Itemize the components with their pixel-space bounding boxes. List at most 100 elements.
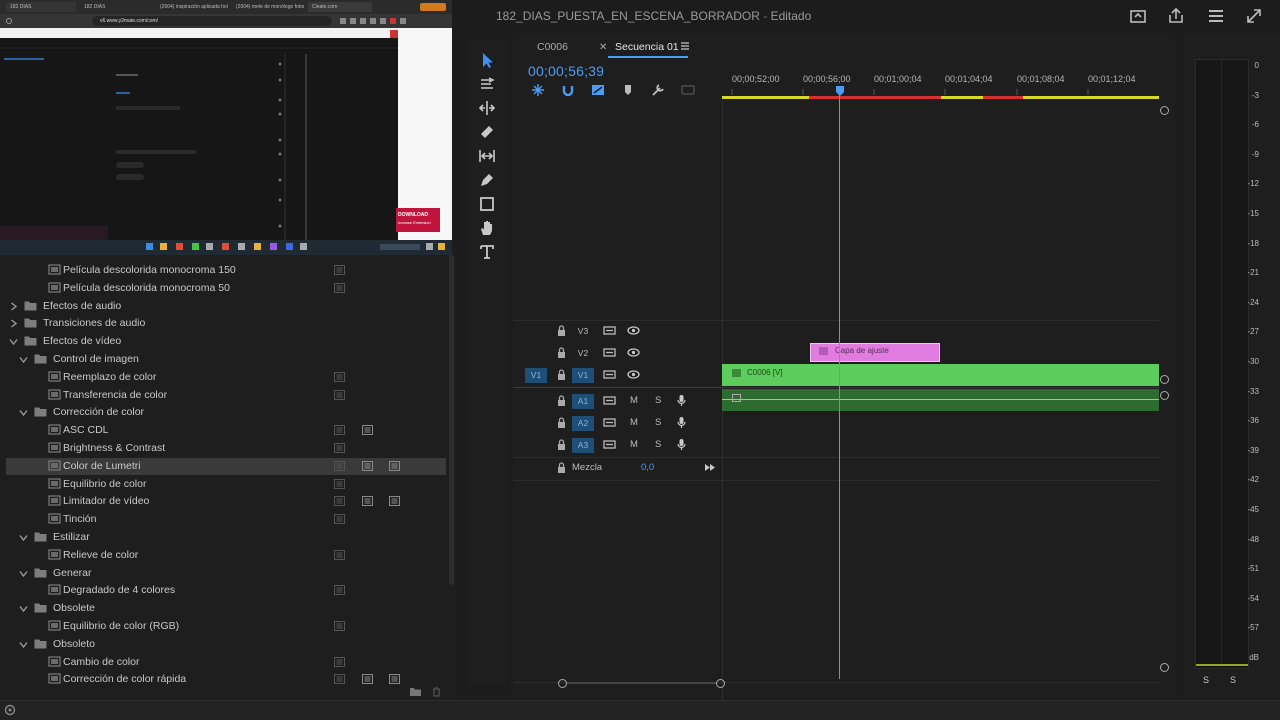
mute-button[interactable]: M <box>630 439 638 450</box>
trash-icon[interactable] <box>431 686 442 697</box>
track-name[interactable]: A2 <box>572 416 594 431</box>
lock-icon[interactable] <box>555 461 568 474</box>
effect-item[interactable]: Película descolorida monocroma 150 <box>6 262 446 279</box>
background-task-icon[interactable] <box>4 704 16 716</box>
solo-button[interactable]: S <box>655 417 661 428</box>
mix-value[interactable]: 0,0 <box>641 462 654 473</box>
eye-icon[interactable] <box>627 324 640 337</box>
effects-folder[interactable]: Obsoleto <box>6 636 446 653</box>
browser-tab[interactable]: 182 DIAS <box>6 2 76 12</box>
tab-c0006[interactable]: C0006 <box>537 41 568 53</box>
effects-folder[interactable]: Efectos de audio <box>6 298 446 315</box>
solo-left-button[interactable]: S <box>1203 675 1209 685</box>
track-name[interactable]: V1 <box>572 368 594 383</box>
effect-item[interactable]: Equilibrio de color (RGB) <box>6 618 446 635</box>
effect-item[interactable]: Cambio de color <box>6 654 446 671</box>
vertical-zoom-handle[interactable] <box>1160 375 1169 384</box>
effect-item[interactable]: Tinción <box>6 511 446 528</box>
track-name[interactable]: A1 <box>572 394 594 409</box>
linked-selection-icon[interactable] <box>591 83 605 97</box>
effect-item[interactable]: Relieve de color <box>6 547 446 564</box>
playhead-line[interactable] <box>839 94 840 679</box>
sync-lock-icon[interactable] <box>603 324 616 337</box>
snap-icon[interactable] <box>561 83 575 97</box>
lock-icon[interactable] <box>555 346 568 359</box>
effects-scrollbar[interactable] <box>449 255 454 585</box>
time-ruler[interactable] <box>722 85 1162 95</box>
razor-tool-icon[interactable] <box>477 122 497 142</box>
close-icon[interactable] <box>390 30 398 38</box>
selection-tool-icon[interactable] <box>477 50 497 70</box>
browser-tab[interactable]: (2004) mete de monólogo fotoes <box>232 2 304 12</box>
effect-item[interactable]: Brightness & Contrast <box>6 440 446 457</box>
go-to-end-icon[interactable] <box>703 461 716 474</box>
lock-icon[interactable] <box>555 416 568 429</box>
track-select-tool-icon[interactable] <box>477 74 497 94</box>
clip-c0006-audio[interactable] <box>722 389 1159 411</box>
captions-icon[interactable] <box>681 83 695 97</box>
browser-update-badge[interactable] <box>420 3 446 11</box>
effect-item[interactable]: ASC CDL <box>6 422 446 439</box>
effects-folder[interactable]: Corrección de color <box>6 404 446 421</box>
effects-folder[interactable]: Efectos de vídeo <box>6 333 446 350</box>
horizontal-zoom-handle-right[interactable] <box>716 679 725 688</box>
solo-right-button[interactable]: S <box>1230 675 1236 685</box>
sync-lock-icon[interactable] <box>603 368 616 381</box>
chevron-right-icon[interactable] <box>9 319 18 328</box>
lock-icon[interactable] <box>555 324 568 337</box>
effect-item[interactable]: Equilibrio de color <box>6 476 446 493</box>
effect-item[interactable]: Película descolorida monocroma 50 <box>6 280 446 297</box>
sync-lock-icon[interactable] <box>603 394 616 407</box>
download-ad-button[interactable]: DOWNLOAD Incease Extension <box>396 208 440 232</box>
tab-secuencia-01[interactable]: Secuencia 01 <box>615 41 679 53</box>
effect-item[interactable]: Limitador de vídeo <box>6 493 446 510</box>
solo-button[interactable]: S <box>655 395 661 406</box>
type-tool-icon[interactable] <box>477 242 497 262</box>
browser-tab[interactable]: 182 DIAS <box>80 2 150 12</box>
eye-icon[interactable] <box>627 368 640 381</box>
new-bin-icon[interactable] <box>409 686 422 697</box>
sync-lock-icon[interactable] <box>603 346 616 359</box>
chevron-right-icon[interactable] <box>9 302 18 311</box>
lock-icon[interactable] <box>555 438 568 451</box>
close-tab-icon[interactable]: ✕ <box>599 42 607 53</box>
microphone-icon[interactable] <box>675 438 688 451</box>
workspaces-menu-icon[interactable] <box>1206 6 1226 26</box>
lock-icon[interactable] <box>555 368 568 381</box>
lock-icon[interactable] <box>555 394 568 407</box>
microphone-icon[interactable] <box>675 394 688 407</box>
fullscreen-icon[interactable] <box>1244 6 1264 26</box>
browser-tab[interactable]: (2004) inspiración aplicada hol <box>156 2 228 12</box>
microphone-icon[interactable] <box>675 416 688 429</box>
chevron-down-icon[interactable] <box>19 533 28 542</box>
source-patch-v1[interactable]: V1 <box>525 368 547 383</box>
solo-button[interactable]: S <box>655 439 661 450</box>
effect-item[interactable]: Corrección de color rápida <box>6 671 446 685</box>
effects-folder[interactable]: Generar <box>6 565 446 582</box>
reload-icon[interactable] <box>6 18 12 24</box>
audio-volume-line[interactable] <box>722 399 1159 400</box>
panel-menu-icon[interactable] <box>680 41 690 51</box>
sync-lock-icon[interactable] <box>603 416 616 429</box>
mute-button[interactable]: M <box>630 417 638 428</box>
chevron-down-icon[interactable] <box>9 337 18 346</box>
sync-lock-icon[interactable] <box>603 438 616 451</box>
mute-button[interactable]: M <box>630 395 638 406</box>
insert-nest-icon[interactable] <box>531 83 545 97</box>
share-icon[interactable] <box>1166 6 1186 26</box>
chevron-down-icon[interactable] <box>19 355 28 364</box>
effect-item[interactable]: Transferencia de color <box>6 387 446 404</box>
effects-folder[interactable]: Obsolete <box>6 600 446 617</box>
quick-export-icon[interactable] <box>1128 6 1148 26</box>
eye-icon[interactable] <box>627 346 640 359</box>
browser-tab[interactable]: Cleate.com <box>308 2 372 12</box>
chevron-down-icon[interactable] <box>19 640 28 649</box>
effects-folder[interactable]: Estilizar <box>6 529 446 546</box>
add-marker-icon[interactable] <box>621 83 635 97</box>
chevron-down-icon[interactable] <box>19 604 28 613</box>
effects-folder[interactable]: Transiciones de audio <box>6 315 446 332</box>
playhead-timecode[interactable]: 00;00;56;39 <box>528 63 604 79</box>
rectangle-tool-icon[interactable] <box>477 194 497 214</box>
clip-c0006-video[interactable]: C0006 [V] <box>722 364 1159 386</box>
effect-item[interactable]: Color de Lumetri <box>6 457 446 475</box>
